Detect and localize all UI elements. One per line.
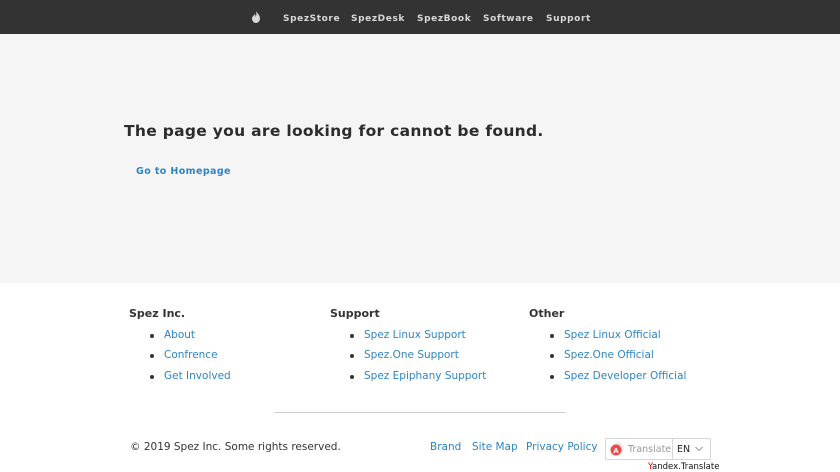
footer-link-list-item: Spez Linux Official: [549, 329, 686, 349]
chevron-down-icon[interactable]: [694, 445, 704, 453]
footer-link-spez-epiphany-support[interactable]: Spez Epiphany Support: [364, 370, 486, 382]
footer-link-about[interactable]: About: [164, 329, 195, 341]
footer-link-list-item: Spez Epiphany Support: [349, 370, 486, 390]
footer-link-spez-linux-support[interactable]: Spez Linux Support: [364, 329, 466, 341]
footer-link-brand[interactable]: Brand: [430, 441, 461, 453]
nav-link-spezdesk[interactable]: SpezDesk: [351, 0, 405, 34]
footer-column-list-support: Spez Linux Support Spez.One Support Spez…: [349, 329, 486, 390]
footer-link-list-item: Get Involved: [150, 370, 231, 390]
footer-link-spez-developer-official[interactable]: Spez Developer Official: [564, 370, 686, 382]
translate-icon: A: [610, 442, 624, 456]
footer-link-list-item: About: [150, 329, 231, 349]
nav-link-spezbook[interactable]: SpezBook: [417, 0, 471, 34]
footer-column-title-spez-inc: Spez Inc.: [129, 307, 186, 320]
footer-divider: [274, 412, 566, 413]
footer-column-list-other: Spez Linux Official Spez.One Official Sp…: [549, 329, 686, 390]
translate-label[interactable]: Translate: [628, 444, 671, 455]
translate-separator: [672, 439, 673, 459]
footer-link-spez-one-official[interactable]: Spez.One Official: [564, 349, 654, 361]
footer-column-title-support: Support: [330, 307, 380, 320]
footer-column-title-other: Other: [529, 307, 565, 320]
error-headline: The page you are looking for cannot be f…: [124, 122, 544, 140]
nav-link-software[interactable]: Software: [483, 0, 534, 34]
go-to-homepage-link[interactable]: Go to Homepage: [136, 166, 231, 177]
footer-link-privacy-policy[interactable]: Privacy Policy: [526, 441, 598, 453]
footer-link-spez-one-support[interactable]: Spez.One Support: [364, 349, 459, 361]
translate-widget[interactable]: A Translate EN: [605, 438, 711, 460]
svg-text:A: A: [613, 447, 619, 455]
footer-link-list-item: Spez.One Official: [549, 349, 686, 369]
footer-link-list-item: Spez Developer Official: [549, 370, 686, 390]
yandex-translate-credit[interactable]: Yandex.Translate: [648, 462, 719, 472]
top-navigation-bar: SpezStore SpezDesk SpezBook Software Sup…: [0, 0, 840, 34]
footer-link-spez-linux-official[interactable]: Spez Linux Official: [564, 329, 661, 341]
footer-link-list-item: Spez.One Support: [349, 349, 486, 369]
footer-link-get-involved[interactable]: Get Involved: [164, 370, 231, 382]
footer-link-confrence[interactable]: Confrence: [164, 349, 218, 361]
footer-link-list-item: Confrence: [150, 349, 231, 369]
nav-link-spezstore[interactable]: SpezStore: [283, 0, 340, 34]
spez-logo-icon[interactable]: [251, 11, 261, 23]
site-footer: Spez Inc. About Confrence Get Involved S…: [0, 283, 840, 472]
footer-link-list-item: Spez Linux Support: [349, 329, 486, 349]
language-select-value[interactable]: EN: [677, 444, 690, 455]
footer-link-site-map[interactable]: Site Map: [472, 441, 518, 453]
footer-column-list-spez-inc: About Confrence Get Involved: [150, 329, 231, 390]
copyright-text: © 2019 Spez Inc. Some rights reserved.: [130, 441, 341, 453]
main-content: The page you are looking for cannot be f…: [0, 34, 840, 283]
nav-link-support[interactable]: Support: [546, 0, 591, 34]
